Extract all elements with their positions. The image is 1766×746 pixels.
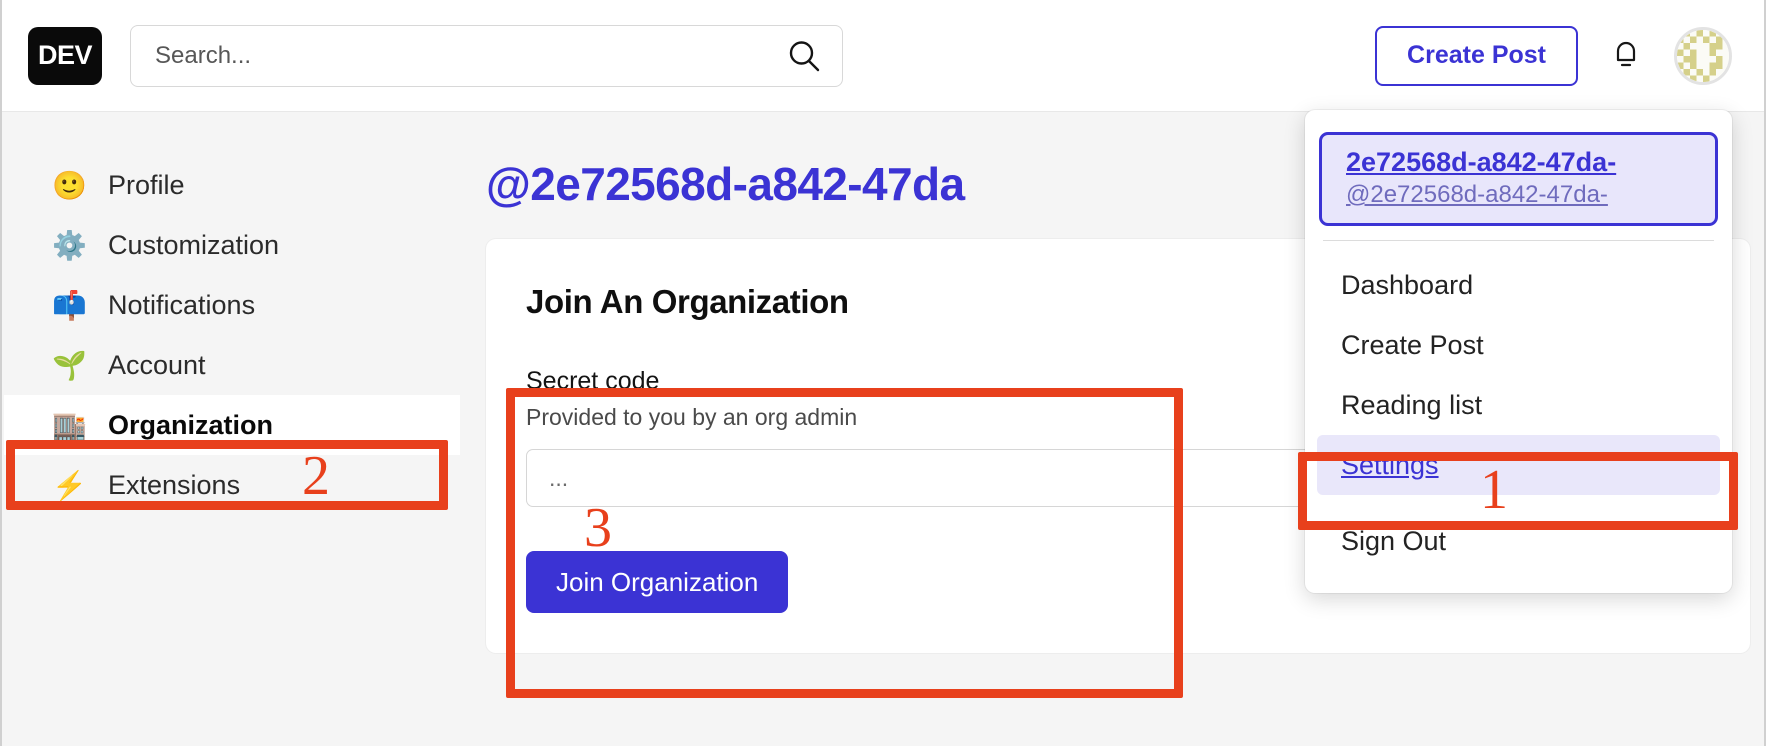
seedling-icon: 🌱	[52, 349, 87, 381]
dropdown-item-label: Create Post	[1341, 329, 1484, 360]
app-root: DEV Create Post	[0, 0, 1766, 746]
dropdown-item-settings[interactable]: Settings	[1317, 435, 1720, 495]
sidebar-item-notifications[interactable]: 📫 Notifications	[4, 275, 460, 335]
sidebar-item-label: Profile	[108, 169, 185, 200]
dropdown-item-label: Sign Out	[1341, 525, 1447, 556]
mailbox-icon: 📫	[52, 289, 87, 321]
search-input[interactable]	[130, 24, 843, 87]
dropdown-user-name: 2e72568d-a842-47da-	[1346, 147, 1617, 177]
sidebar-item-extensions[interactable]: ⚡ Extensions	[4, 455, 460, 515]
dev-logo[interactable]: DEV	[28, 26, 102, 85]
department-store-icon: 🏬	[52, 409, 87, 441]
gear-icon: ⚙️	[52, 229, 87, 261]
sidebar-item-label: Organization	[108, 409, 274, 440]
sidebar-item-label: Extensions	[108, 469, 241, 500]
dropdown-item-reading-list[interactable]: Reading list	[1317, 375, 1720, 435]
dropdown-item-sign-out[interactable]: Sign Out	[1317, 511, 1720, 571]
settings-sidebar: 🙂 Profile ⚙️ Customization 📫 Notificatio…	[4, 113, 460, 515]
sidebar-item-label: Notifications	[108, 289, 256, 320]
sidebar-item-organization[interactable]: 🏬 Organization	[4, 395, 460, 455]
sidebar-item-label: Account	[108, 349, 206, 380]
user-dropdown-menu: 2e72568d-a842-47da- @2e72568d-a842-47da-…	[1305, 110, 1732, 593]
bell-icon	[1611, 38, 1641, 73]
sidebar-item-label: Customization	[108, 229, 280, 260]
dropdown-item-label: Reading list	[1341, 389, 1483, 420]
dropdown-item-label: Dashboard	[1341, 269, 1474, 300]
avatar[interactable]	[1674, 26, 1732, 85]
dropdown-item-create-post[interactable]: Create Post	[1317, 315, 1720, 375]
search-container	[130, 24, 843, 87]
smiley-face-icon: 🙂	[52, 169, 87, 201]
dropdown-item-label: Settings	[1341, 449, 1439, 480]
dropdown-user-handle: @2e72568d-a842-47da-	[1346, 181, 1608, 208]
sidebar-item-account[interactable]: 🌱 Account	[4, 335, 460, 395]
create-post-button[interactable]: Create Post	[1375, 25, 1578, 86]
avatar-pattern-icon	[1677, 29, 1729, 82]
join-organization-button[interactable]: Join Organization	[526, 551, 789, 613]
dropdown-user-card[interactable]: 2e72568d-a842-47da- @2e72568d-a842-47da-	[1319, 132, 1718, 226]
header-actions: Create Post	[1375, 25, 1738, 86]
site-header: DEV Create Post	[2, 0, 1764, 112]
dropdown-item-dashboard[interactable]: Dashboard	[1317, 255, 1720, 315]
notifications-button[interactable]	[1604, 33, 1648, 79]
sidebar-item-customization[interactable]: ⚙️ Customization	[4, 215, 460, 275]
dropdown-separator	[1323, 240, 1714, 241]
sidebar-item-profile[interactable]: 🙂 Profile	[4, 155, 460, 215]
lightning-bolt-icon: ⚡	[52, 469, 87, 501]
